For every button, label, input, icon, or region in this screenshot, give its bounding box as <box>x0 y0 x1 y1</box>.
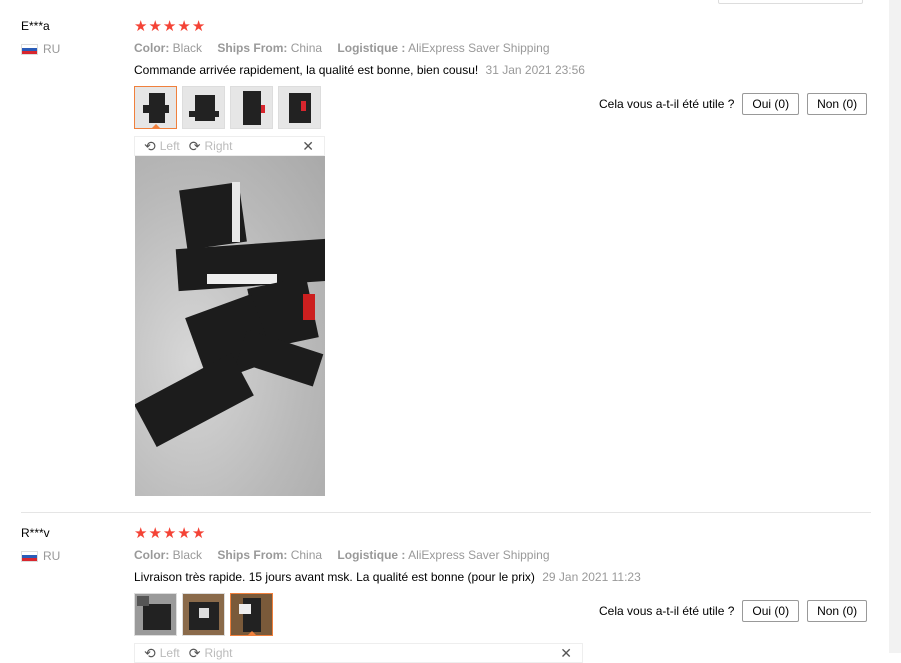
review-photo-thumbnail[interactable] <box>134 593 177 636</box>
helpful-vote: Cela vous a-t-il été utile ? Oui (0) Non… <box>599 600 868 622</box>
close-icon[interactable]: ✕ <box>302 138 314 155</box>
star-icon: ★ <box>162 525 177 542</box>
comment-text: Livraison très rapide. 15 jours avant ms… <box>134 570 535 584</box>
sort-dropdown-edge[interactable] <box>718 0 863 4</box>
star-icon: ★ <box>177 18 191 35</box>
review-photo-thumbnail[interactable] <box>182 86 225 129</box>
review-photo-enlarged <box>135 156 325 496</box>
logistics-label: Logistique : <box>337 41 406 55</box>
rotate-left-button[interactable]: Left <box>160 139 180 153</box>
star-icon: ★ <box>148 18 162 35</box>
review-meta: Color: Black Ships From: China Logistiqu… <box>134 548 550 562</box>
country-code: RU <box>43 549 61 563</box>
review-date: 31 Jan 2021 23:56 <box>485 63 585 77</box>
reviewer-country: RU <box>21 549 60 563</box>
russia-flag-icon <box>21 550 38 562</box>
rotate-left-button[interactable]: Left <box>160 646 180 660</box>
star-icon: ★ <box>148 525 162 542</box>
rotate-right-icon[interactable]: ⟳ <box>189 138 201 155</box>
logistics-value: AliExpress Saver Shipping <box>408 41 550 55</box>
helpful-question: Cela vous a-t-il été utile ? <box>599 97 735 111</box>
image-rotate-toolbar: ⟲ Left ⟳ Right ✕ <box>134 643 583 663</box>
rotate-right-icon[interactable]: ⟳ <box>189 645 201 662</box>
helpful-yes-button[interactable]: Oui (0) <box>742 600 800 622</box>
review-date: 29 Jan 2021 11:23 <box>542 570 641 584</box>
review-comment: Livraison très rapide. 15 jours avant ms… <box>134 570 641 584</box>
star-icon: ★ <box>134 18 148 35</box>
star-rating: ★ ★ ★ ★ ★ <box>134 19 205 34</box>
ships-value: China <box>290 548 323 562</box>
star-rating: ★ ★ ★ ★ ★ <box>134 526 205 541</box>
color-label: Color: <box>134 41 170 55</box>
star-icon: ★ <box>191 18 206 35</box>
helpful-yes-button[interactable]: Oui (0) <box>742 93 800 115</box>
reviewer-name: R***v <box>21 526 50 540</box>
star-icon: ★ <box>162 18 177 35</box>
logistics-value: AliExpress Saver Shipping <box>408 548 550 562</box>
review-divider <box>21 512 871 513</box>
helpful-no-button[interactable]: Non (0) <box>807 600 868 622</box>
review-photos <box>134 86 321 129</box>
helpful-no-button[interactable]: Non (0) <box>807 93 868 115</box>
page-scrollbar[interactable] <box>889 0 901 653</box>
rotate-left-icon[interactable]: ⟲ <box>144 645 156 662</box>
review-photo-thumbnail[interactable] <box>230 593 273 636</box>
close-icon[interactable]: ✕ <box>560 645 572 662</box>
comment-text: Commande arrivée rapidement, la qualité … <box>134 63 479 77</box>
rotate-left-icon[interactable]: ⟲ <box>144 138 156 155</box>
review-photo-thumbnail[interactable] <box>230 86 273 129</box>
reviewer-country: RU <box>21 42 60 56</box>
review-comment: Commande arrivée rapidement, la qualité … <box>134 63 585 77</box>
ships-label: Ships From: <box>217 548 288 562</box>
review-photo-thumbnail[interactable] <box>134 86 177 129</box>
review-meta: Color: Black Ships From: China Logistiqu… <box>134 41 550 55</box>
logistics-label: Logistique : <box>337 548 406 562</box>
ships-value: China <box>290 41 323 55</box>
russia-flag-icon <box>21 43 38 55</box>
color-value: Black <box>172 41 203 55</box>
helpful-question: Cela vous a-t-il été utile ? <box>599 604 735 618</box>
ships-label: Ships From: <box>217 41 288 55</box>
review-photo-thumbnail[interactable] <box>182 593 225 636</box>
review-photos <box>134 593 273 636</box>
star-icon: ★ <box>191 525 206 542</box>
helpful-vote: Cela vous a-t-il été utile ? Oui (0) Non… <box>599 93 868 115</box>
reviewer-name: E***a <box>21 19 50 33</box>
color-label: Color: <box>134 548 170 562</box>
image-rotate-toolbar: ⟲ Left ⟳ Right ✕ <box>134 136 325 156</box>
rotate-right-button[interactable]: Right <box>204 139 232 153</box>
rotate-right-button[interactable]: Right <box>204 646 232 660</box>
review-photo-thumbnail[interactable] <box>278 86 321 129</box>
star-icon: ★ <box>177 525 191 542</box>
color-value: Black <box>172 548 203 562</box>
country-code: RU <box>43 42 61 56</box>
star-icon: ★ <box>134 525 148 542</box>
